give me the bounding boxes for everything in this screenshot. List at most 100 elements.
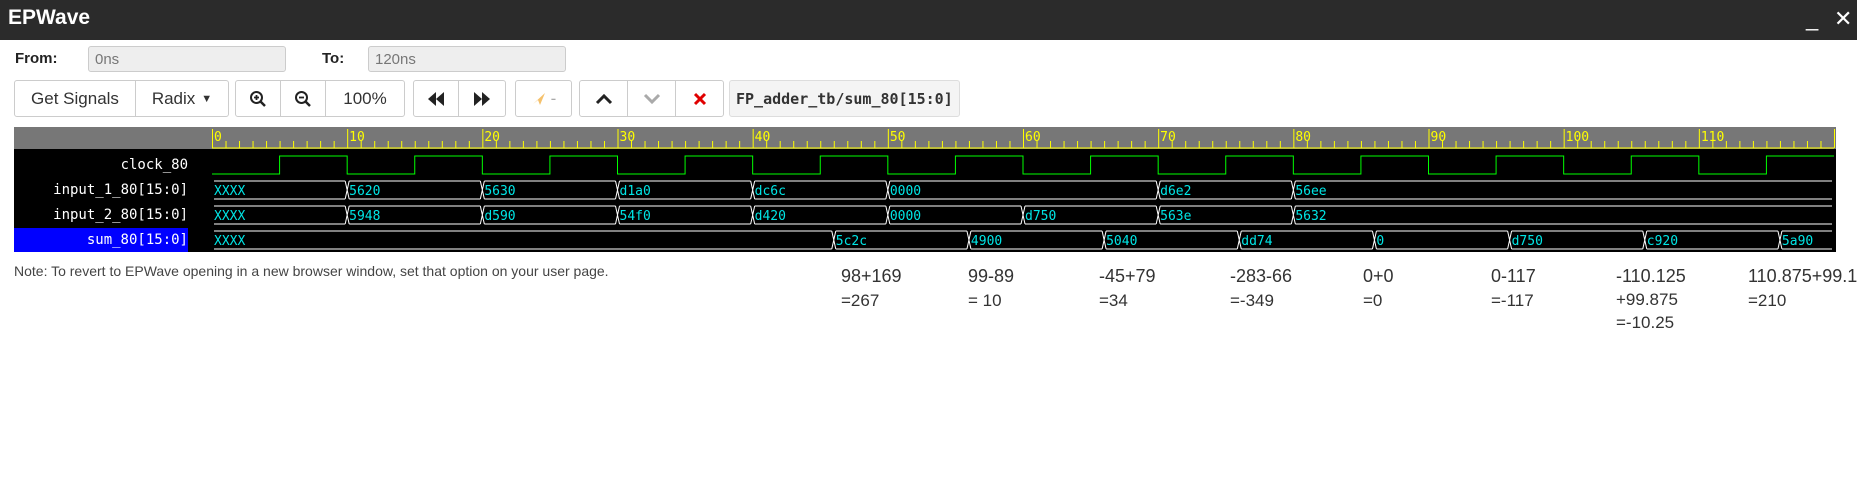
annotation-4: -283-66 =-349 — [1230, 266, 1292, 311]
title-bar: EPWave _ ✕ — [0, 0, 1857, 40]
ruler-tick-label: 0 — [214, 130, 222, 145]
ruler-tick-label: 70 — [1160, 130, 1176, 145]
bus-value-label: XXXX — [214, 184, 245, 199]
to-input[interactable] — [368, 46, 566, 72]
bus-value-label: 5c2c — [836, 234, 867, 249]
radix-dropdown[interactable]: Radix ▼ — [135, 80, 229, 117]
signal-name-input-2[interactable]: input_2_80[15:0] — [14, 203, 188, 227]
app-title: EPWave — [8, 6, 91, 29]
annotation-line2: +99.875 — [1616, 290, 1678, 309]
bus-value-label: 5948 — [349, 209, 380, 224]
get-signals-button[interactable]: Get Signals — [14, 80, 136, 117]
annotation-expr: -45+79 — [1099, 266, 1156, 286]
annotation-result: =210 — [1748, 291, 1787, 310]
bus-value-label: d750 — [1025, 209, 1056, 224]
annotation-expr: 98+169 — [841, 266, 902, 286]
from-label: From: — [15, 50, 58, 67]
signal-name-header — [14, 127, 212, 149]
annotation-2: 99-89 = 10 — [968, 266, 1014, 311]
signal-name-clock[interactable]: clock_80 — [14, 153, 188, 177]
rewind-icon — [428, 91, 444, 106]
ruler-tick-label: 60 — [1025, 130, 1041, 145]
annotation-expr: 0+0 — [1363, 266, 1394, 286]
ruler-tick-label: 20 — [484, 130, 500, 145]
annotation-3: -45+79 =34 — [1099, 266, 1156, 311]
radix-label: Radix — [151, 88, 196, 108]
marker-button[interactable]: - — [515, 80, 572, 117]
bus-value-label: d750 — [1512, 234, 1543, 249]
ruler-tick-label: 80 — [1295, 130, 1311, 145]
to-label: To: — [322, 50, 345, 67]
waveform-viewer[interactable]: 0 10 20 30 40 50 60 70 80 90 100 110 XXXX 5620 5630 d1a… — [212, 127, 1836, 252]
marker-icon — [532, 92, 545, 105]
bus-value-label: 5630 — [484, 184, 515, 199]
annotation-result: =0 — [1363, 291, 1383, 310]
annotation-result: = 10 — [968, 291, 1002, 310]
selected-signal-label: FP_adder_tb/sum_80[15:0] — [736, 89, 953, 108]
zoom-level-button[interactable]: 100% — [325, 80, 405, 117]
signal-name-panel: clock_80 input_1_80[15:0] input_2_80[15:… — [14, 127, 212, 252]
bus-value-label: 5a90 — [1782, 234, 1813, 249]
bus-value-label: 4900 — [971, 234, 1002, 249]
fast-forward-button[interactable] — [458, 80, 506, 117]
bus-value-label: 5620 — [349, 184, 380, 199]
from-input[interactable] — [88, 46, 286, 72]
ruler-tick-label: 90 — [1431, 130, 1447, 145]
marker-label: - — [550, 88, 557, 108]
rewind-button[interactable] — [413, 80, 459, 117]
zoom-out-button[interactable] — [280, 80, 326, 117]
bus-value-label: d420 — [755, 209, 786, 224]
minimize-icon[interactable]: _ — [1806, 6, 1818, 32]
ruler-tick-label: 110 — [1701, 130, 1724, 145]
signal-label: clock_80 — [120, 157, 188, 173]
bus-value-label: 56ee — [1295, 184, 1326, 199]
caret-down-icon: ▼ — [201, 92, 213, 105]
bus-value-label: dd74 — [1241, 234, 1272, 249]
annotation-expr: 110.875+99.1 — [1748, 266, 1857, 286]
ruler-tick-label: 30 — [620, 130, 636, 145]
signal-label: sum_80[15:0] — [86, 232, 188, 248]
chevron-up-icon — [595, 93, 612, 104]
annotation-8: 110.875+99.1 =210 — [1748, 266, 1857, 311]
bus-value-label: 0 — [1376, 234, 1384, 249]
bus-value-label: dc6c — [755, 184, 786, 199]
previous-transition-button[interactable] — [579, 80, 628, 117]
ruler-tick-label: 40 — [755, 130, 771, 145]
annotation-7: -110.125 +99.875 =-10.25 — [1616, 266, 1686, 333]
selected-signal-path: FP_adder_tb/sum_80[15:0] — [729, 80, 960, 117]
annotation-result: =-10.25 — [1616, 313, 1675, 332]
chevron-down-icon — [643, 93, 660, 104]
next-transition-button[interactable] — [627, 80, 676, 117]
bus-value-label: 0000 — [890, 184, 921, 199]
fast-forward-icon — [474, 91, 490, 106]
bus-value-label: c920 — [1647, 234, 1678, 249]
bus-value-label: XXXX — [214, 209, 245, 224]
zoom-in-button[interactable] — [235, 80, 281, 117]
bus-value-label: d1a0 — [620, 184, 651, 199]
annotation-expr: -110.125 — [1616, 266, 1686, 286]
annotation-1: 98+169 =267 — [841, 266, 902, 311]
annotation-result: =34 — [1099, 291, 1128, 310]
ruler-tick-label: 10 — [349, 130, 365, 145]
annotation-expr: 99-89 — [968, 266, 1015, 286]
bus-value-label: XXXX — [214, 234, 245, 249]
annotation-5: 0+0 =0 — [1363, 266, 1394, 311]
zoom-out-icon — [295, 90, 311, 107]
annotation-result: =267 — [841, 291, 880, 310]
signal-name-sum[interactable]: sum_80[15:0] — [14, 228, 188, 252]
zoom-level-label: 100% — [343, 88, 387, 108]
ruler-tick-label: 100 — [1566, 130, 1589, 145]
bus-value-label: d590 — [484, 209, 515, 224]
annotation-result: =-349 — [1230, 291, 1274, 310]
delete-signal-button[interactable] — [675, 80, 724, 117]
bus-value-label: 5632 — [1295, 209, 1326, 224]
zoom-in-icon — [250, 90, 266, 107]
close-icon[interactable]: ✕ — [1834, 6, 1852, 32]
bus-value-label: 5040 — [1106, 234, 1137, 249]
delete-icon — [693, 92, 706, 105]
bus-value-label: 54f0 — [620, 209, 651, 224]
annotation-6: 0-117 =-117 — [1491, 266, 1536, 311]
signal-label: input_1_80[15:0] — [53, 182, 188, 198]
bus-value-label: d6e2 — [1160, 184, 1191, 199]
signal-name-input-1[interactable]: input_1_80[15:0] — [14, 178, 188, 202]
